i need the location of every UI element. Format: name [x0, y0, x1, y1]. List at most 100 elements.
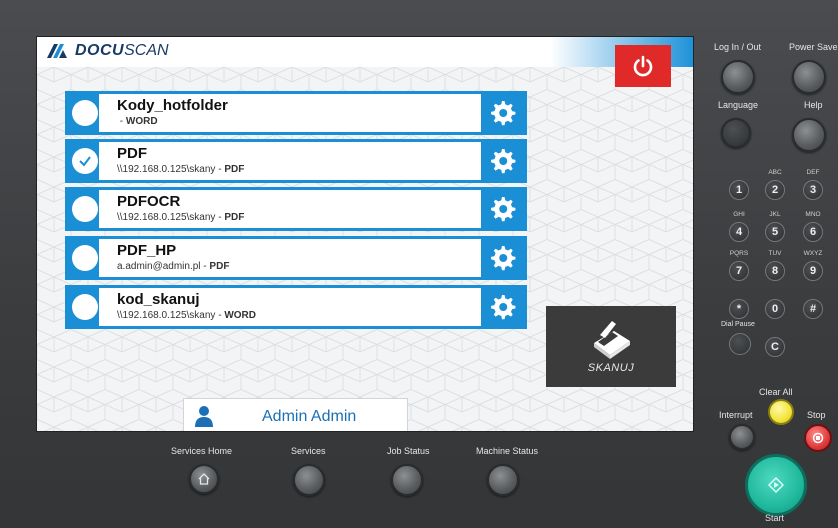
interrupt-button[interactable] — [729, 424, 755, 450]
machine-status-label: Machine Status — [476, 446, 539, 456]
keypad-letters: WXYZ — [803, 250, 823, 257]
hotfolder-path: \\192.168.0.125\skany — [117, 212, 216, 223]
app-header: DOCUSCAN — [37, 37, 693, 67]
hotfolder-info[interactable]: PDF \\192.168.0.125\skany - PDF — [99, 142, 481, 180]
services-home-button[interactable] — [189, 464, 219, 494]
start-button[interactable] — [745, 454, 807, 516]
hotfolder-path: \\192.168.0.125\skany — [117, 310, 216, 321]
keypad-key[interactable]: * — [729, 299, 749, 319]
help-button[interactable] — [792, 118, 826, 152]
services-button[interactable] — [293, 464, 325, 496]
power-saver-label: Power Saver — [789, 42, 838, 52]
hotfolder-name: PDF_HP — [117, 242, 177, 259]
keypad-letters: DEF — [806, 169, 820, 176]
services-label: Services — [291, 446, 326, 456]
keypad-key[interactable]: 7 — [729, 261, 749, 281]
stop-label: Stop — [807, 410, 826, 420]
gear-icon[interactable] — [486, 193, 518, 225]
keypad-key[interactable]: 8 — [765, 261, 785, 281]
stop-icon — [812, 432, 824, 444]
clear-all-label: Clear All — [759, 387, 793, 397]
keypad-letters: JKL — [769, 211, 781, 218]
hotfolder-item[interactable]: PDF_HP a.admin@admin.pl - PDF — [65, 236, 527, 280]
clear-all-button[interactable] — [768, 399, 794, 425]
docuscan-logo: DOCUSCAN — [45, 42, 169, 60]
job-status-label: Job Status — [387, 446, 430, 456]
brand-name-light: SCAN — [124, 42, 169, 59]
hotfolder-details: \\192.168.0.125\skany - WORD — [117, 310, 481, 321]
hotfolder-info[interactable]: PDFOCR \\192.168.0.125\skany - PDF — [99, 190, 481, 228]
hotfolder-item[interactable]: PDFOCR \\192.168.0.125\skany - PDF — [65, 187, 527, 231]
machine-status-button[interactable] — [487, 464, 519, 496]
log-in-out-button[interactable] — [721, 60, 755, 94]
hotfolder-name: Kody_hotfolder — [117, 97, 228, 114]
hotfolder-separator: - — [215, 164, 225, 175]
start-label: Start — [765, 513, 785, 523]
keypad-key[interactable]: C — [765, 337, 785, 357]
radio-checked[interactable] — [72, 148, 98, 174]
keypad-key[interactable]: 6 — [803, 222, 823, 242]
hotfolder-format: PDF — [209, 261, 230, 272]
power-button[interactable] — [615, 45, 671, 87]
hotfolder-path: a.admin@admin.pl — [117, 261, 201, 272]
hotfolder-name: kod_skanuj — [117, 291, 200, 308]
radio-unchecked[interactable] — [72, 100, 98, 126]
hotfolder-format: PDF — [224, 164, 245, 175]
keypad-letters: TUV — [768, 250, 782, 257]
gear-icon[interactable] — [486, 291, 518, 323]
docuscan-logo-icon — [47, 44, 67, 58]
radio-unchecked[interactable] — [72, 245, 98, 271]
stop-button[interactable] — [804, 424, 832, 452]
start-icon — [768, 477, 784, 493]
gear-icon[interactable] — [486, 97, 518, 129]
hotfolder-item[interactable]: PDF \\192.168.0.125\skany - PDF — [65, 139, 527, 183]
scanner-icon — [594, 321, 630, 359]
radio-unchecked[interactable] — [72, 294, 98, 320]
hotfolder-separator: - — [215, 310, 225, 321]
services-home-label: Services Home — [171, 446, 233, 456]
user-bar[interactable]: Admin Admin — [183, 398, 408, 431]
brand-name-bold: DOCU — [75, 42, 125, 59]
hotfolder-item[interactable]: kod_skanuj \\192.168.0.125\skany - WORD — [65, 285, 527, 329]
keypad-key[interactable]: 9 — [803, 261, 823, 281]
user-name: Admin Admin — [262, 408, 357, 425]
keypad-key[interactable]: 0 — [765, 299, 785, 319]
power-saver-button[interactable] — [792, 60, 826, 94]
home-icon — [198, 473, 210, 485]
keypad-key[interactable]: 2 — [765, 180, 785, 200]
keypad-letters: GHI — [733, 211, 745, 218]
keypad-letters: MNO — [805, 211, 821, 218]
hotfolder-info[interactable]: kod_skanuj \\192.168.0.125\skany - WORD — [99, 288, 481, 326]
dial-pause-button[interactable] — [729, 333, 751, 355]
language-label: Language — [718, 100, 759, 110]
hotfolder-details: - WORD — [117, 116, 481, 127]
hotfolder-item[interactable]: Kody_hotfolder - WORD — [65, 91, 527, 135]
radio-unchecked[interactable] — [72, 196, 98, 222]
scan-button[interactable]: SKANUJ — [546, 306, 676, 387]
hotfolder-details: a.admin@admin.pl - PDF — [117, 261, 481, 272]
keypad-key[interactable]: 5 — [765, 222, 785, 242]
hotfolder-separator: - — [117, 116, 126, 127]
job-status-button[interactable] — [391, 464, 423, 496]
keypad-key[interactable]: 1 — [729, 180, 749, 200]
printer-device: DOCUSCAN Kody_hotfolder - WORD PDF \\192.1… — [0, 0, 838, 528]
hotfolder-separator: - — [215, 212, 225, 223]
scan-button-label: SKANUJ — [587, 362, 635, 374]
language-button[interactable] — [721, 118, 751, 148]
interrupt-label: Interrupt — [719, 410, 753, 420]
hotfolder-format: PDF — [224, 212, 245, 223]
hotfolder-format: WORD — [224, 310, 256, 321]
keypad-key[interactable]: # — [803, 299, 823, 319]
hotfolder-format: WORD — [125, 116, 158, 127]
hotfolder-info[interactable]: PDF_HP a.admin@admin.pl - PDF — [99, 239, 481, 277]
gear-icon[interactable] — [486, 145, 518, 177]
keypad-key[interactable]: 4 — [729, 222, 749, 242]
user-icon — [195, 406, 213, 427]
hotfolder-name: PDFOCR — [117, 193, 181, 210]
gear-icon[interactable] — [486, 242, 518, 274]
keypad-key[interactable]: 3 — [803, 180, 823, 200]
hotfolder-info[interactable]: Kody_hotfolder - WORD — [99, 94, 481, 132]
dial-pause-label: Dial Pause — [721, 321, 755, 328]
log-in-out-label: Log In / Out — [714, 42, 762, 52]
help-label: Help — [804, 100, 823, 110]
